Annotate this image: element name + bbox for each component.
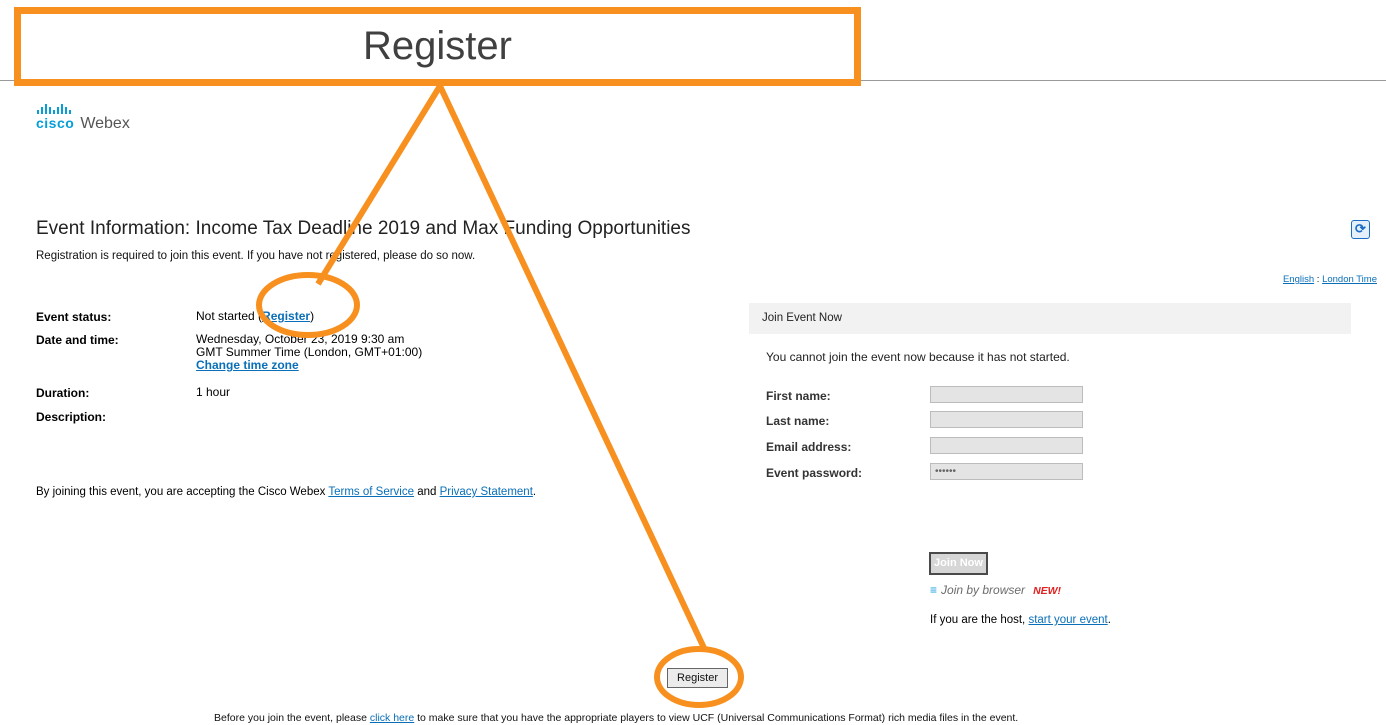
cisco-webex-logo: cisco Webex	[36, 104, 130, 133]
change-time-zone-link[interactable]: Change time zone	[196, 358, 299, 372]
new-badge: NEW!	[1033, 585, 1062, 597]
players-notice: Before you join the event, please click …	[214, 712, 1018, 724]
privacy-statement-link[interactable]: Privacy Statement	[440, 486, 533, 498]
join-panel-header: Join Event Now	[749, 303, 1351, 334]
host-period: .	[1107, 614, 1111, 626]
terms-notice: By joining this event, you are accepting…	[36, 486, 536, 498]
locale-separator: :	[1314, 274, 1323, 285]
registration-notice: Registration is required to join this ev…	[36, 250, 476, 262]
host-text: If you are the host,	[930, 614, 1029, 626]
description-label: Description:	[36, 410, 107, 424]
first-name-field[interactable]	[930, 386, 1083, 403]
event-status-label: Event status:	[36, 310, 112, 324]
first-name-label: First name:	[766, 389, 831, 403]
language-link[interactable]: English	[1283, 274, 1314, 285]
players-text: Before you join the event, please	[214, 712, 370, 724]
join-by-browser-label: Join by browser	[941, 583, 1026, 597]
email-label: Email address:	[766, 440, 852, 454]
terms-of-service-link[interactable]: Terms of Service	[328, 486, 414, 498]
join-by-browser-link[interactable]: ≡ Join by browser NEW!	[930, 583, 1061, 597]
status-close: )	[310, 309, 315, 323]
locale-links: English : London Time	[1283, 274, 1377, 285]
terms-text: By joining this event, you are accepting…	[36, 486, 329, 498]
register-link[interactable]: Register	[262, 309, 310, 323]
host-notice: If you are the host, start your event.	[930, 614, 1111, 626]
callout-line-to-register-button	[437, 84, 707, 650]
event-status-value: Not started (Register)	[196, 310, 314, 323]
callout-label: Register	[363, 24, 512, 68]
browser-lines-icon: ≡	[930, 583, 938, 597]
last-name-field[interactable]	[930, 411, 1083, 428]
terms-period: .	[532, 486, 537, 498]
refresh-icon[interactable]: ⟳	[1351, 220, 1370, 239]
terms-and: and	[414, 486, 440, 498]
cisco-bars-icon	[37, 104, 130, 114]
highlight-circle-register-link	[256, 272, 360, 338]
duration-value: 1 hour	[196, 385, 231, 399]
page-title: Event Information: Income Tax Deadline 2…	[36, 218, 691, 239]
click-here-link[interactable]: click here	[370, 712, 414, 724]
email-field[interactable]	[930, 437, 1083, 454]
duration-label: Duration:	[36, 386, 90, 400]
timezone-link[interactable]: London Time	[1322, 274, 1377, 285]
callout-box: Register	[14, 7, 861, 86]
webex-wordmark: Webex	[80, 115, 130, 132]
date-time-label: Date and time:	[36, 333, 119, 347]
players-text-suffix: to make sure that you have the appropria…	[414, 712, 1019, 724]
status-text: Not started (	[196, 309, 263, 323]
cisco-wordmark: cisco	[36, 115, 75, 131]
event-password-label: Event password:	[766, 466, 863, 480]
register-button[interactable]: Register	[667, 668, 728, 688]
last-name-label: Last name:	[766, 414, 830, 428]
event-password-field[interactable]: ••••••	[930, 463, 1083, 480]
join-status-message: You cannot join the event now because it…	[766, 350, 1070, 364]
date-time-value: Wednesday, October 23, 2019 9:30 am GMT …	[196, 333, 422, 372]
join-now-button[interactable]: Join Now	[929, 552, 988, 575]
start-your-event-link[interactable]: start your event	[1028, 614, 1107, 626]
